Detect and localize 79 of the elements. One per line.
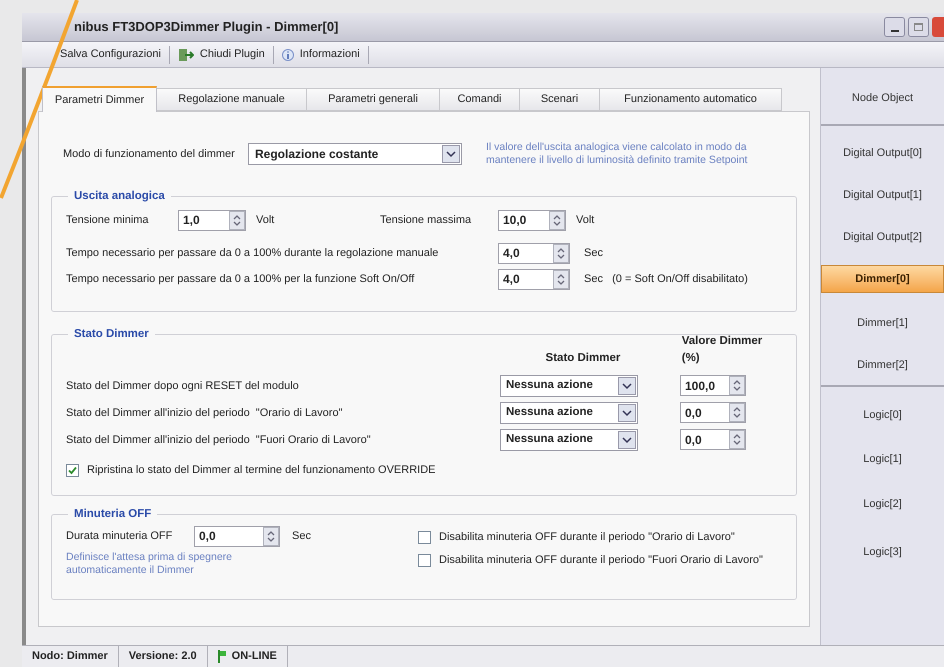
number-spinner[interactable]: 4,0: [498, 242, 570, 264]
unit-label: Volt: [256, 213, 276, 228]
column-header: Stato Dimmer: [544, 351, 622, 366]
number-spinner[interactable]: 0,0: [680, 429, 746, 450]
sidebar-item[interactable]: Dimmer[1]: [821, 301, 944, 345]
number-spinner[interactable]: 100,0: [680, 375, 746, 396]
chevron-icon: [618, 376, 636, 395]
field-label: Tensione minima: [66, 213, 150, 228]
window-title: nibus FT3DOP3Dimmer Plugin - Dimmer[0]: [74, 18, 338, 36]
field-label: Stato del Dimmer all'inizio del periodo "Fuori Orario di Lavoro": [66, 432, 372, 448]
sidebar-item[interactable]: Logic[2]: [821, 481, 944, 527]
group-title: Minuteria OFF: [73, 507, 152, 522]
minimize-button[interactable]: [884, 17, 905, 37]
tab[interactable]: Scenari: [520, 88, 600, 111]
spin-arrows-icon: [549, 210, 565, 230]
state-dropdown[interactable]: Nessuna azione: [500, 374, 638, 397]
mode-description: Il valore dell'uscita analogica viene calcolato in modo da mantenere il livello di luminosità definito tramite Setpoint: [486, 141, 748, 167]
field-label: Stato del Dimmer dopo ogni RESET del modulo: [66, 378, 300, 394]
sidebar-item[interactable]: Node Object: [821, 72, 944, 126]
sidebar-item[interactable]: Logic[1]: [821, 437, 944, 481]
toolbar-button[interactable]: Chiudi Plugin: [170, 44, 273, 66]
sidebar-item[interactable]: Dimmer[2]: [821, 345, 944, 387]
spin-arrows-icon: [729, 376, 745, 396]
checkbox-label: Disabilita minuteria OFF durante il periodo "Fuori Orario di Lavoro": [439, 552, 763, 568]
spin-arrows-icon: [553, 244, 569, 263]
timer-description: Definisce l'attesa prima di spegnere automaticamente il Dimmer: [66, 551, 234, 578]
tab[interactable]: Comandi: [440, 88, 520, 111]
status-text: ON-LINE: [232, 649, 277, 664]
sidebar-item[interactable]: Digital Output[2]: [821, 217, 944, 257]
checkbox[interactable]: [418, 531, 431, 544]
toolbar-button[interactable]: Informazioni: [274, 44, 368, 66]
flag-icon: [218, 650, 226, 663]
checkbox[interactable]: [418, 554, 431, 566]
tab[interactable]: Regolazione manuale: [157, 88, 307, 111]
sidebar-item[interactable]: Dimmer[0]: [821, 265, 944, 293]
field-label: Tempo necessario per passare da 0 a 100% durante la regolazione manuale: [66, 246, 440, 261]
mode-label: Modo di funzionamento del dimmer: [63, 146, 236, 162]
unit-label: Sec: [584, 246, 603, 261]
checkbox-label: Disabilita minuteria OFF durante il periodo "Orario di Lavoro": [439, 530, 735, 546]
spin-arrows-icon: [263, 526, 279, 546]
number-spinner[interactable]: 10,0: [498, 210, 566, 231]
sidebar-item[interactable]: Logic[3]: [821, 527, 944, 577]
sidebar-item[interactable]: Logic[0]: [821, 393, 944, 437]
field-label: Stato del Dimmer all'inizio del periodo "Orario di Lavoro": [66, 406, 344, 420]
spin-arrows-icon: [553, 270, 569, 289]
unit-label: Sec (0 = Soft On/Off disabilitato): [584, 272, 748, 287]
tab[interactable]: Parametri Dimmer: [42, 86, 157, 112]
exit-icon: [178, 48, 194, 62]
field-label: Durata minuteria OFF: [66, 529, 174, 544]
state-dropdown[interactable]: Nessuna azione: [500, 402, 638, 424]
mode-dropdown[interactable]: Regolazione costante: [248, 143, 462, 165]
group-title: Uscita analogica: [73, 189, 166, 204]
sidebar-item[interactable]: Digital Output[0]: [821, 132, 944, 174]
unit-label: Volt: [576, 213, 594, 228]
chevron-icon: [618, 430, 636, 449]
chevron-icon: [442, 145, 460, 163]
unit-label: Sec: [292, 529, 311, 544]
spin-arrows-icon: [229, 210, 245, 230]
number-spinner[interactable]: 0,0: [194, 526, 280, 547]
state-dropdown[interactable]: Nessuna azione: [500, 428, 638, 451]
info-icon: [282, 48, 294, 62]
number-spinner[interactable]: 1,0: [178, 210, 246, 231]
status-text: Nodo: Dimmer: [32, 649, 108, 664]
tab[interactable]: Funzionamento automatico: [600, 88, 782, 111]
sidebar-item[interactable]: Digital Output[1]: [821, 174, 944, 217]
field-label: Tempo necessario per passare da 0 a 100% per la funzione Soft On/Off: [66, 272, 416, 287]
checkbox[interactable]: [66, 464, 79, 477]
checkbox-label: Ripristina lo stato del Dimmer al termine del funzionamento OVERRIDE: [87, 463, 436, 478]
number-spinner[interactable]: 0,0: [680, 402, 746, 424]
group-title: Stato Dimmer: [73, 327, 150, 342]
status-text: Versione: 2.0: [128, 649, 197, 664]
field-label: Tensione massima: [380, 213, 472, 228]
column-header: Valore Dimmer (%): [682, 334, 764, 366]
number-spinner[interactable]: 4,0: [498, 268, 570, 290]
spin-arrows-icon: [729, 403, 745, 422]
toolbar-button[interactable]: Salva Configurazioni: [52, 44, 169, 66]
spin-arrows-icon: [729, 430, 745, 450]
tab[interactable]: Parametri generali: [307, 88, 440, 111]
chevron-icon: [618, 404, 636, 422]
